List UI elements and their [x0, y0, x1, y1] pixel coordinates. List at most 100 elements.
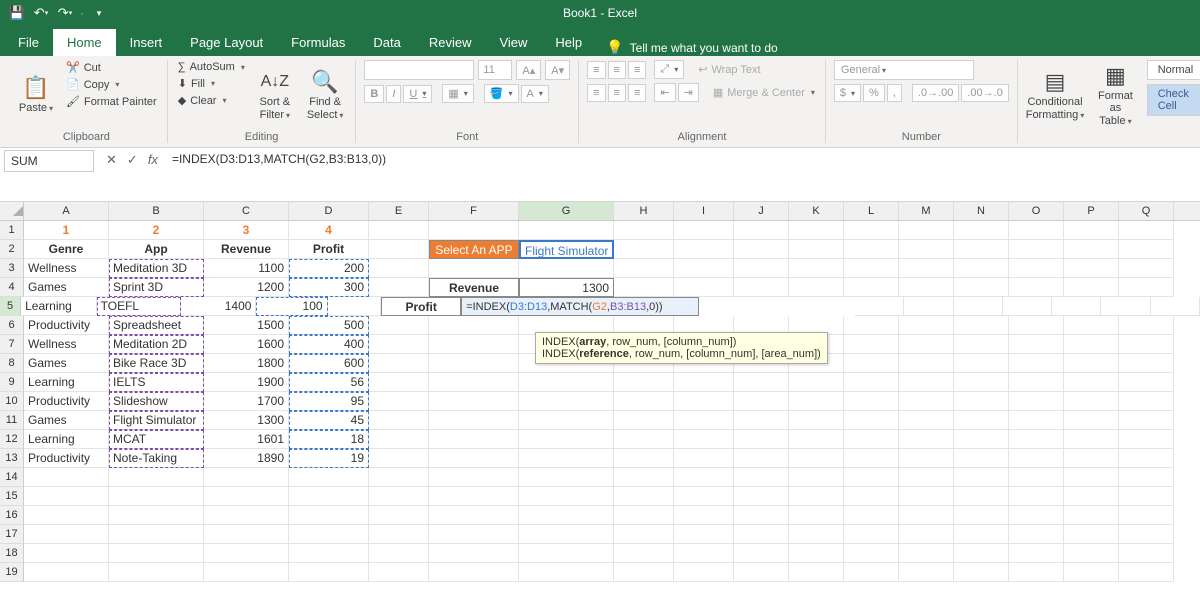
cell-O7[interactable]	[1009, 335, 1064, 354]
cell-E17[interactable]	[369, 525, 429, 544]
cell-M1[interactable]	[899, 221, 954, 240]
cell-D18[interactable]	[289, 544, 369, 563]
cell-Q8[interactable]	[1119, 354, 1174, 373]
decrease-decimal-icon[interactable]: .00→.0	[961, 84, 1008, 102]
cell-D15[interactable]	[289, 487, 369, 506]
cell-A18[interactable]	[24, 544, 109, 563]
cell-J17[interactable]	[734, 525, 789, 544]
format-as-table-button[interactable]: ▦ Format as Table	[1090, 60, 1141, 129]
cell-D4[interactable]: 300	[289, 278, 369, 297]
cell-G5[interactable]: =INDEX(D3:D13,MATCH(G2,B3:B13,0))	[461, 297, 699, 316]
format-painter-button[interactable]: 🖌Format Painter	[64, 94, 159, 109]
cell-M5[interactable]	[954, 297, 1003, 316]
cell-D5[interactable]: 100	[256, 297, 327, 316]
cell-N16[interactable]	[954, 506, 1009, 525]
row-header-3[interactable]: 3	[0, 259, 24, 278]
fill-color-icon[interactable]: 🪣	[484, 84, 519, 103]
cell-P3[interactable]	[1064, 259, 1119, 278]
cell-E9[interactable]	[369, 373, 429, 392]
cell-K14[interactable]	[789, 468, 844, 487]
cell-Q17[interactable]	[1119, 525, 1174, 544]
cell-N6[interactable]	[954, 316, 1009, 335]
cell-D11[interactable]: 45	[289, 411, 369, 430]
cell-F10[interactable]	[429, 392, 519, 411]
name-box[interactable]: SUM	[4, 150, 94, 172]
cell-J3[interactable]	[734, 259, 789, 278]
cell-J15[interactable]	[734, 487, 789, 506]
cell-E18[interactable]	[369, 544, 429, 563]
cell-J9[interactable]	[734, 373, 789, 392]
cell-G18[interactable]	[519, 544, 614, 563]
tell-me[interactable]: 💡 Tell me what you want to do	[606, 39, 778, 56]
tab-file[interactable]: File	[4, 29, 53, 56]
cell-M8[interactable]	[899, 354, 954, 373]
cell-M18[interactable]	[899, 544, 954, 563]
cell-C8[interactable]: 1800	[204, 354, 289, 373]
col-header-P[interactable]: P	[1064, 202, 1119, 220]
cell-F12[interactable]	[429, 430, 519, 449]
row-header-1[interactable]: 1	[0, 221, 24, 240]
conditional-formatting-button[interactable]: ▤ Conditional Formatting	[1026, 60, 1084, 129]
cell-O12[interactable]	[1009, 430, 1064, 449]
col-header-K[interactable]: K	[789, 202, 844, 220]
cell-G4[interactable]: 1300	[519, 278, 614, 297]
paste-button[interactable]: 📋 Paste	[14, 60, 58, 129]
cell-E19[interactable]	[369, 563, 429, 582]
cell-G19[interactable]	[519, 563, 614, 582]
cell-C7[interactable]: 1600	[204, 335, 289, 354]
cell-N5[interactable]	[1003, 297, 1052, 316]
cell-F1[interactable]	[429, 221, 519, 240]
borders-icon[interactable]: ▦	[442, 84, 473, 103]
cell-K10[interactable]	[789, 392, 844, 411]
cell-B13[interactable]: Note-Taking	[109, 449, 204, 468]
cell-L17[interactable]	[844, 525, 899, 544]
cell-O15[interactable]	[1009, 487, 1064, 506]
cell-F13[interactable]	[429, 449, 519, 468]
cell-N18[interactable]	[954, 544, 1009, 563]
cell-L3[interactable]	[844, 259, 899, 278]
style-check-cell[interactable]: Check Cell	[1147, 84, 1200, 116]
cell-C12[interactable]: 1601	[204, 430, 289, 449]
cell-N3[interactable]	[954, 259, 1009, 278]
wrap-text-button[interactable]: ↩Wrap Text	[696, 62, 762, 77]
cell-M16[interactable]	[899, 506, 954, 525]
cell-J16[interactable]	[734, 506, 789, 525]
cell-K11[interactable]	[789, 411, 844, 430]
cell-D10[interactable]: 95	[289, 392, 369, 411]
row-header-8[interactable]: 8	[0, 354, 24, 373]
cell-C2[interactable]: Revenue	[204, 240, 289, 259]
cell-P18[interactable]	[1064, 544, 1119, 563]
cell-E16[interactable]	[369, 506, 429, 525]
cell-E10[interactable]	[369, 392, 429, 411]
cell-B17[interactable]	[109, 525, 204, 544]
cell-B16[interactable]	[109, 506, 204, 525]
cell-O9[interactable]	[1009, 373, 1064, 392]
cell-E15[interactable]	[369, 487, 429, 506]
cell-K3[interactable]	[789, 259, 844, 278]
cell-N19[interactable]	[954, 563, 1009, 582]
cell-G14[interactable]	[519, 468, 614, 487]
cell-G13[interactable]	[519, 449, 614, 468]
cell-M9[interactable]	[899, 373, 954, 392]
cell-F19[interactable]	[429, 563, 519, 582]
cell-P5[interactable]	[1101, 297, 1150, 316]
cell-D16[interactable]	[289, 506, 369, 525]
cell-A17[interactable]	[24, 525, 109, 544]
cell-L16[interactable]	[844, 506, 899, 525]
cell-A6[interactable]: Productivity	[24, 316, 109, 335]
row-header-4[interactable]: 4	[0, 278, 24, 297]
cell-B10[interactable]: Slideshow	[109, 392, 204, 411]
cell-H16[interactable]	[614, 506, 674, 525]
cell-E8[interactable]	[369, 354, 429, 373]
cell-Q13[interactable]	[1119, 449, 1174, 468]
col-header-O[interactable]: O	[1009, 202, 1064, 220]
cell-G17[interactable]	[519, 525, 614, 544]
cell-O6[interactable]	[1009, 316, 1064, 335]
cell-F2[interactable]: Select An APP	[429, 240, 519, 259]
cell-B8[interactable]: Bike Race 3D	[109, 354, 204, 373]
cell-F16[interactable]	[429, 506, 519, 525]
cell-H17[interactable]	[614, 525, 674, 544]
cell-B1[interactable]: 2	[109, 221, 204, 240]
save-icon[interactable]: 💾	[6, 2, 28, 24]
increase-decimal-icon[interactable]: .0→.00	[912, 84, 959, 102]
